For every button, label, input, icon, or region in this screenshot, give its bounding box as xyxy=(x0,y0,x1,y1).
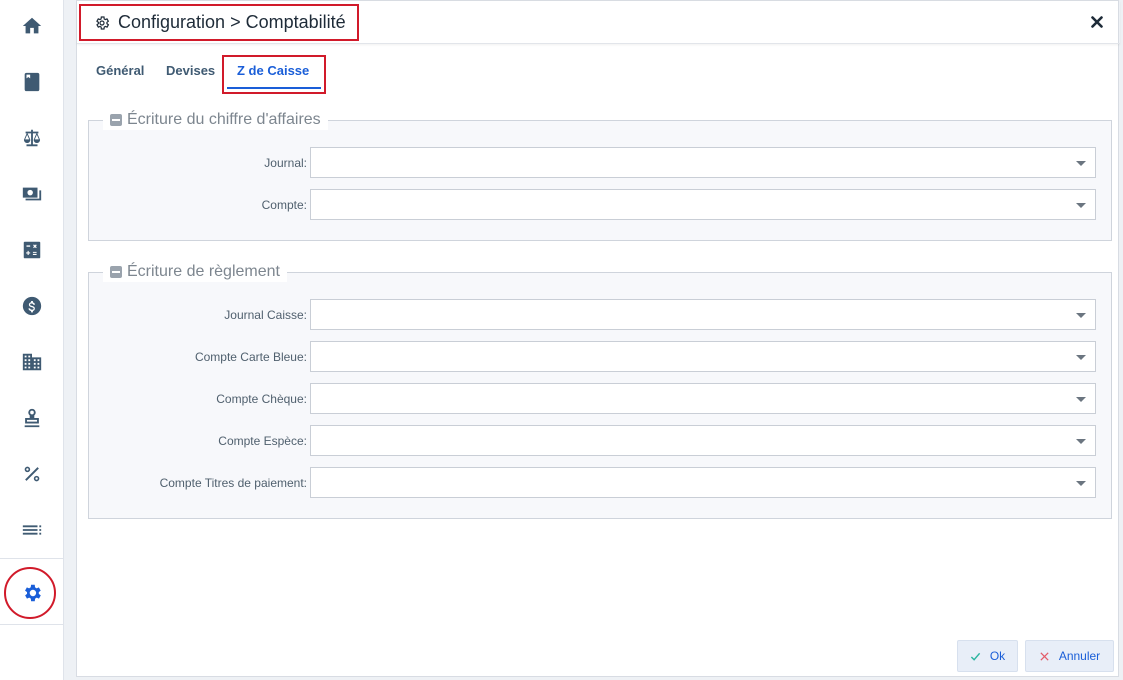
caret-down-icon xyxy=(1076,481,1086,486)
espece-select[interactable] xyxy=(310,425,1096,456)
home-icon xyxy=(22,17,42,34)
sidebar-item-book[interactable] xyxy=(0,54,64,110)
cheque-select[interactable] xyxy=(310,383,1096,414)
form-row-carte-bleue: Compte Carte Bleue: xyxy=(89,341,1113,373)
field-label: Compte Carte Bleue: xyxy=(194,350,307,364)
titres-paiement-select[interactable] xyxy=(310,467,1096,498)
ok-button[interactable]: Ok xyxy=(957,640,1018,672)
carte-bleue-select[interactable] xyxy=(310,341,1096,372)
configuration-dialog: Configuration > Comptabilité Général Dev… xyxy=(76,0,1120,677)
fieldset-chiffre-affaires: Écriture du chiffre d'affaires Journal: … xyxy=(88,110,1113,241)
compte-select[interactable] xyxy=(310,189,1096,220)
collapse-icon[interactable] xyxy=(110,266,122,278)
percent-icon xyxy=(24,466,40,482)
sidebar-separator xyxy=(0,558,64,559)
legend-text: Écriture du chiffre d'affaires xyxy=(127,111,321,128)
sidebar-item-home[interactable] xyxy=(0,0,64,54)
field-label: Compte Chèque: xyxy=(216,392,307,406)
caret-down-icon xyxy=(1076,161,1086,166)
field-label: Compte Espèce: xyxy=(218,434,307,448)
field-label: Journal: xyxy=(264,156,307,170)
close-icon xyxy=(1091,16,1103,28)
active-tab-highlight xyxy=(222,55,326,94)
field-label: Compte Titres de paiement: xyxy=(159,476,307,490)
fieldset-legend[interactable]: Écriture de règlement xyxy=(103,262,287,282)
settings-highlight-ring xyxy=(4,567,56,619)
sidebar-item-dollar[interactable] xyxy=(0,278,64,334)
form-row-espece: Compte Espèce: xyxy=(89,425,1113,457)
tab-devises[interactable]: Devises xyxy=(166,63,215,78)
sidebar-item-calculator[interactable] xyxy=(0,222,64,278)
form-row-cheque: Compte Chèque: xyxy=(89,383,1113,415)
sidebar-separator xyxy=(0,624,64,625)
caret-down-icon xyxy=(1076,313,1086,318)
ok-label: Ok xyxy=(989,649,1006,663)
dollar-icon xyxy=(22,296,42,316)
field-label: Compte: xyxy=(261,198,307,212)
balance-scale-icon xyxy=(23,129,41,147)
caret-down-icon xyxy=(1076,397,1086,402)
list-icon xyxy=(22,525,42,535)
caret-down-icon xyxy=(1076,203,1086,208)
legend-text: Écriture de règlement xyxy=(127,263,280,280)
money-icon xyxy=(22,187,42,201)
calculator-icon xyxy=(23,241,41,259)
x-icon xyxy=(1040,651,1049,661)
tab-bar: Général Devises Z de Caisse xyxy=(77,51,477,95)
journal-select[interactable] xyxy=(310,147,1096,178)
sidebar-item-balance[interactable] xyxy=(0,110,64,166)
sidebar-nav xyxy=(0,0,64,680)
close-button[interactable] xyxy=(1088,13,1106,31)
cancel-button[interactable]: Annuler xyxy=(1025,640,1114,672)
cancel-label: Annuler xyxy=(1058,649,1101,663)
dialog-header: Configuration > Comptabilité xyxy=(77,1,1120,44)
sidebar-item-list[interactable] xyxy=(0,502,64,558)
building-icon xyxy=(22,353,42,371)
form-row-compte: Compte: xyxy=(89,189,1113,221)
field-label: Journal Caisse: xyxy=(224,308,307,322)
caret-down-icon xyxy=(1076,355,1086,360)
fieldset-reglement: Écriture de règlement Journal Caisse: Co… xyxy=(88,262,1113,519)
fieldset-legend[interactable]: Écriture du chiffre d'affaires xyxy=(103,110,328,130)
gear-outline-icon xyxy=(96,15,110,30)
sidebar-item-stamp[interactable] xyxy=(0,390,64,446)
check-icon xyxy=(970,652,981,661)
stamp-icon xyxy=(24,408,40,428)
collapse-icon[interactable] xyxy=(110,114,122,126)
dialog-title: Configuration > Comptabilité xyxy=(118,12,346,32)
book-icon xyxy=(24,72,40,92)
sidebar-item-money[interactable] xyxy=(0,166,64,222)
form-row-titres-paiement: Compte Titres de paiement: xyxy=(89,467,1113,499)
tab-general[interactable]: Général xyxy=(96,63,144,78)
form-row-journal-caisse: Journal Caisse: xyxy=(89,299,1113,331)
journal-caisse-select[interactable] xyxy=(310,299,1096,330)
dialog-title-highlight: Configuration > Comptabilité xyxy=(79,4,359,41)
caret-down-icon xyxy=(1076,439,1086,444)
sidebar-item-building[interactable] xyxy=(0,334,64,390)
form-row-journal: Journal: xyxy=(89,147,1113,179)
sidebar-item-percent[interactable] xyxy=(0,446,64,502)
